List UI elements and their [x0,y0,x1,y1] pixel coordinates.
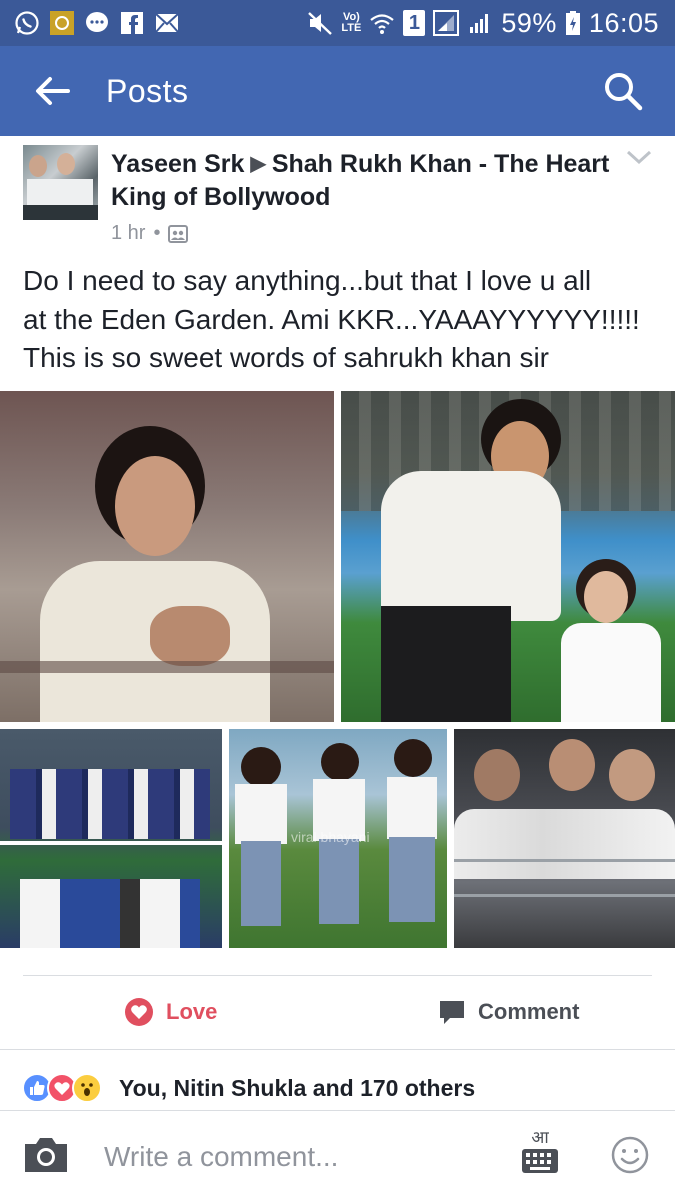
mute-icon [307,10,333,36]
signal-sim1-icon [433,10,460,36]
whatsapp-icon [14,10,40,36]
battery-icon [565,10,581,36]
keyboard-icon [522,1149,558,1173]
wifi-icon [369,10,395,36]
post-options-button[interactable] [624,144,654,168]
share-arrow-icon: ▶ [250,153,266,175]
comment-button[interactable]: Comment [438,990,579,1034]
keyboard-language-label: आ [531,1128,549,1148]
love-reaction-icon [125,998,153,1026]
post-meta: 1 hr • [111,222,189,245]
comment-input[interactable] [104,1135,484,1179]
camera-button[interactable] [22,1135,70,1175]
page-title: Posts [106,72,189,109]
actions-divider [23,975,652,976]
chevron-down-icon [626,150,652,165]
post-text-line: Do I need to say anything...but that I l… [23,265,592,296]
comment-composer: आ [0,1110,675,1200]
back-button[interactable] [22,61,82,121]
notification-icons [0,10,180,36]
post-text-line: at the Eden Garden. Ami KKR...YAAAYYYYYY… [23,303,640,335]
post-author-line: Yaseen Srk ▶ Shah Rukh Khan - The Heart Ki… [111,148,611,214]
post-time[interactable]: 1 hr [111,222,145,245]
post-photo-5[interactable] [454,729,675,948]
author-name[interactable]: Yaseen Srk [111,150,244,178]
facebook-icon [119,10,145,36]
mail-icon [154,10,180,36]
keyboard-language-button[interactable]: आ [518,1129,562,1181]
post-text-line: This is so sweet words of sahrukh khan s… [23,342,549,373]
search-button[interactable] [593,61,653,121]
camera-icon [25,1138,67,1172]
sim-badge: 1 [403,10,426,36]
signal-sim2-icon [467,10,493,36]
clock: 16:05 [588,7,659,38]
battery-percent: 59% [501,7,557,38]
wow-reaction-icon [72,1073,102,1103]
reaction-icons [22,1073,102,1103]
post-header: Yaseen Srk ▶ Shah Rukh Khan - The Heart Ki… [0,136,675,254]
reactions-text: You, Nitin Shukla and 170 others [119,1074,476,1101]
post-text: Do I need to say anything...but that I l… [23,262,663,378]
love-button[interactable]: Love [124,990,217,1034]
status-bar: Vo) LTE 1 59% 16:05 [0,0,675,46]
reactions-divider [0,1049,675,1050]
comment-icon [440,1001,464,1024]
search-icon [605,73,643,111]
post-photo-3[interactable] [0,729,222,948]
smiley-icon [611,1136,649,1174]
meta-dot: • [153,222,161,244]
messenger-icon [84,10,110,36]
reactions-summary[interactable]: You, Nitin Shukla and 170 others [22,1068,475,1108]
group-privacy-icon [168,224,189,243]
app-notification-icon [49,10,75,36]
app-bar: Posts [0,46,675,136]
emoji-button[interactable] [610,1135,650,1175]
post-photo-2[interactable] [341,391,675,722]
system-status: Vo) LTE 1 59% 16:05 [307,8,675,39]
post-photo-1[interactable] [0,391,334,722]
back-arrow-icon [36,77,70,105]
post-photo-4[interactable]: viral bhayani [229,729,447,948]
photo-watermark: viral bhayani [291,829,370,845]
volte-indicator: Vo) LTE [341,11,362,34]
author-avatar[interactable] [23,145,98,220]
